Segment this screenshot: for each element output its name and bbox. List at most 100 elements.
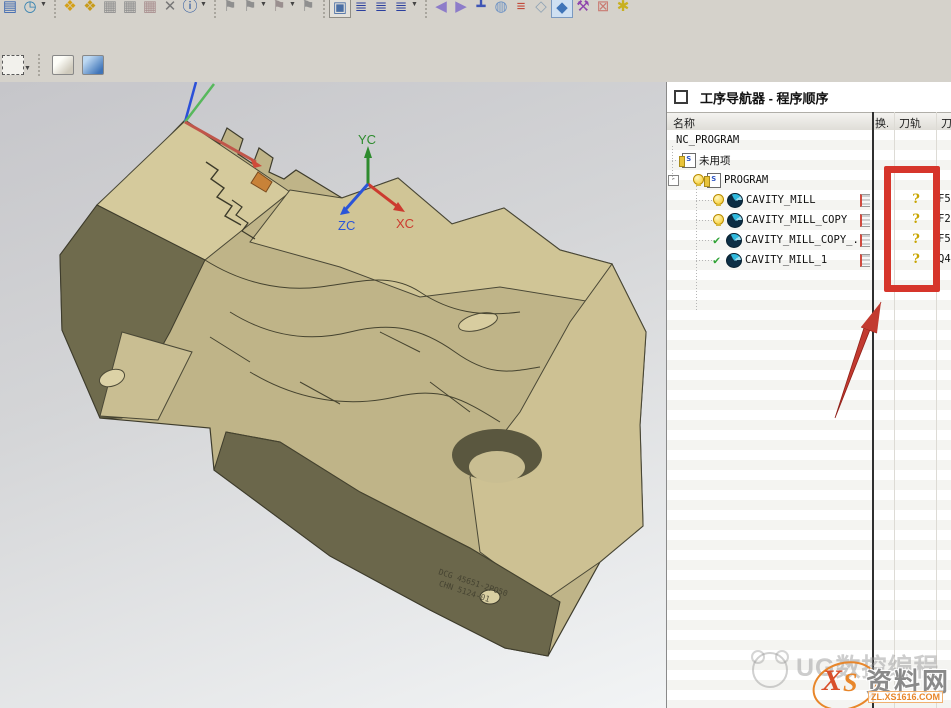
- toolbar-separator: [35, 54, 42, 76]
- verify-toolpath-icon[interactable]: ⚑: [269, 0, 289, 16]
- column-divider: [936, 112, 937, 708]
- tree-row-label[interactable]: CAVITY_MILL_COPY: [746, 214, 847, 226]
- tool-value: Q4: [938, 253, 951, 265]
- layers-icon[interactable]: ≡: [511, 0, 531, 16]
- dropdown-caret-icon[interactable]: ▼: [411, 1, 420, 8]
- generate-toolpath-icon[interactable]: ⚑: [220, 0, 240, 16]
- edge-partial-icon[interactable]: ✱: [613, 0, 633, 16]
- panel-title: 工序导航器 - 程序顺序: [700, 88, 829, 107]
- postprocess-icon[interactable]: ⚑: [298, 0, 318, 16]
- cube-wireframe-icon[interactable]: ◇: [531, 0, 551, 16]
- column-exchange[interactable]: 换.: [875, 115, 889, 131]
- tree-connector-line: [696, 186, 697, 310]
- create-geometry-icon[interactable]: ▦: [100, 0, 120, 16]
- dropdown-caret-icon[interactable]: ▼: [260, 1, 269, 8]
- selection-toolbar: ▼: [2, 50, 104, 80]
- column-divider: [894, 112, 895, 708]
- column-name[interactable]: 名称: [673, 115, 695, 131]
- simulate-icon[interactable]: ◍: [491, 0, 511, 16]
- forward-arrow-icon[interactable]: ▶: [451, 0, 471, 16]
- column-toolpath[interactable]: 刀轨: [899, 115, 921, 131]
- status-lightbulb-icon: [713, 194, 724, 206]
- toolbar-separator: [211, 0, 218, 18]
- tree-connector-line: [696, 260, 713, 261]
- dropdown-caret-icon[interactable]: ▼: [289, 1, 298, 8]
- toolbar-band: ▼: [0, 22, 951, 83]
- wireframe-view-icon[interactable]: [82, 55, 104, 75]
- marquee-select-icon[interactable]: [2, 55, 24, 75]
- tree-connector-line: [696, 200, 713, 201]
- milling-operation-icon: [727, 213, 743, 228]
- tree-row-未用项[interactable]: 未用项: [667, 150, 951, 170]
- document-list-icon[interactable]: ▤: [0, 0, 20, 16]
- exchange-status-icon: [860, 194, 870, 207]
- main-toolbar: ▤◷▼❖❖▦▦▦✕ⓘ▼⚑⚑▼⚑▼⚑▣≣≣≣▼◀▶┻◍≡◇◆⚒⊠✱: [0, 0, 951, 23]
- create-method-icon[interactable]: ▦: [120, 0, 140, 16]
- model-canvas: DCG 45651-2PO50 CHN 5124-01 YC XC ZC: [0, 82, 666, 708]
- shaded-with-edges-icon[interactable]: [52, 55, 74, 75]
- navigator-tree[interactable]: NC_PROGRAM 未用项 - PROGRAM CAVITY_MILL? F5 CAVIT…: [667, 130, 951, 708]
- cube-shaded-icon[interactable]: ◆: [551, 0, 573, 18]
- tree-row-label[interactable]: CAVITY_MILL_1: [745, 254, 827, 266]
- program-group-icon: [707, 173, 721, 188]
- exchange-status-icon: [860, 254, 870, 267]
- navigator-column-header[interactable]: 名称 换. 刀轨 刀: [667, 112, 951, 132]
- toolpath-status-question-icon: ?: [908, 252, 924, 267]
- tree-row-program[interactable]: - PROGRAM: [667, 170, 951, 190]
- tool-value: F5: [938, 233, 951, 245]
- replay-toolpath-icon[interactable]: ⚑: [240, 0, 260, 16]
- tree-row-label[interactable]: CAVITY_MILL_COPY_...: [745, 234, 871, 246]
- navigator-icon: [674, 90, 688, 104]
- milling-operation-icon: [726, 253, 742, 268]
- tree-expander-icon[interactable]: -: [668, 175, 679, 186]
- toolpath-status-question-icon: ?: [908, 192, 924, 207]
- no-selection-icon[interactable]: ⊠: [593, 0, 613, 16]
- program-group-icon: [682, 153, 696, 168]
- create-tool-icon[interactable]: ❖: [80, 0, 100, 16]
- graphics-viewport[interactable]: DCG 45651-2PO50 CHN 5124-01 YC XC ZC: [0, 82, 666, 708]
- wrench-icon[interactable]: ⚒: [573, 0, 593, 16]
- tool-value: F5: [938, 193, 951, 205]
- tool-value: F2: [938, 213, 951, 225]
- status-check-icon: ✔: [713, 253, 726, 267]
- column-tool[interactable]: 刀: [941, 115, 951, 131]
- status-lightbulb-icon: [693, 174, 704, 186]
- tree-row-label[interactable]: 未用项: [699, 153, 731, 168]
- show-toolpath-icon[interactable]: ▣: [329, 0, 351, 18]
- panel-title-bar: 工序导航器 - 程序顺序: [667, 86, 829, 108]
- object-info-icon[interactable]: ⓘ: [180, 0, 200, 16]
- tree-row-label[interactable]: NC_PROGRAM: [676, 134, 739, 146]
- exchange-status-icon: [860, 214, 870, 227]
- toolbar-separator: [320, 0, 327, 18]
- toolbar-separator: [51, 0, 58, 18]
- dropdown-caret-icon[interactable]: ▼: [40, 1, 49, 8]
- exchange-status-icon: [860, 234, 870, 247]
- dropdown-caret-icon[interactable]: ▼: [24, 65, 33, 72]
- post-mount-icon[interactable]: ┻: [471, 0, 491, 16]
- clock-icon[interactable]: ◷: [20, 0, 40, 16]
- output-list-icon[interactable]: ≣: [351, 0, 371, 16]
- status-check-icon: ✔: [713, 233, 726, 247]
- create-operation-icon[interactable]: ▦: [140, 0, 160, 16]
- milling-operation-icon: [727, 193, 743, 208]
- operation-sort-icon[interactable]: ≣: [391, 0, 411, 16]
- delete-icon[interactable]: ✕: [160, 0, 180, 16]
- toolpath-status-question-icon: ?: [908, 232, 924, 247]
- tree-row-nc-program[interactable]: NC_PROGRAM: [667, 130, 951, 150]
- nx-application-window: ▤◷▼❖❖▦▦▦✕ⓘ▼⚑⚑▼⚑▼⚑▣≣≣≣▼◀▶┻◍≡◇◆⚒⊠✱ ▼: [0, 0, 951, 708]
- toolbar-separator: [422, 0, 429, 18]
- zc-axis-label: ZC: [338, 218, 355, 233]
- tree-row-label[interactable]: PROGRAM: [724, 174, 768, 186]
- tool-list-icon[interactable]: ≣: [371, 0, 391, 16]
- dropdown-caret-icon[interactable]: ▼: [200, 1, 209, 8]
- yc-axis-label: YC: [358, 132, 376, 147]
- back-arrow-icon[interactable]: ◀: [431, 0, 451, 16]
- column-divider: [872, 112, 874, 708]
- create-program-icon[interactable]: ❖: [60, 0, 80, 16]
- toolpath-status-question-icon: ?: [908, 212, 924, 227]
- tree-connector-line: [696, 220, 713, 221]
- operation-navigator-panel: 工序导航器 - 程序顺序 名称 换. 刀轨 刀 NC_PROGRAM 未用项 - PR…: [666, 82, 951, 708]
- tree-row-label[interactable]: CAVITY_MILL: [746, 194, 816, 206]
- tree-connector-line: [696, 240, 713, 241]
- xc-axis-label: XC: [396, 216, 414, 231]
